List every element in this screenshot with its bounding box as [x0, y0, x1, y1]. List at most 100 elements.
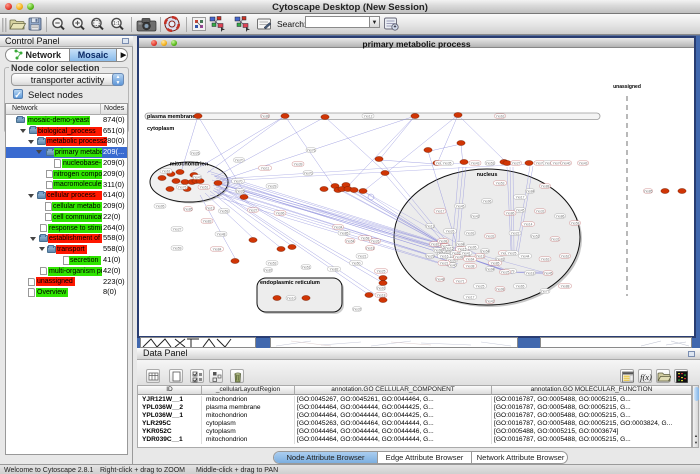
svg-text:Yxx48: Yxx48: [217, 232, 226, 236]
svg-text:Yxx83: Yxx83: [203, 219, 212, 223]
svg-text:Yxx61: Yxx61: [162, 169, 171, 173]
svg-text:Yxx58: Yxx58: [361, 236, 370, 240]
svg-text:Yxx29: Yxx29: [268, 184, 277, 188]
svg-text:Yxx63: Yxx63: [541, 257, 550, 261]
svg-text:Yxx18: Yxx18: [377, 293, 386, 297]
svg-text:plasma membrane: plasma membrane: [147, 114, 195, 120]
svg-text:Yxx98: Yxx98: [496, 287, 505, 291]
svg-text:Yxx52: Yxx52: [531, 234, 540, 238]
svg-text:Yxx82: Yxx82: [330, 267, 339, 271]
svg-text:Yxx17: Yxx17: [436, 209, 445, 213]
svg-text:Yxx98: Yxx98: [434, 248, 443, 252]
svg-text:Yxx18: Yxx18: [526, 271, 535, 275]
svg-text:Yxx31: Yxx31: [551, 237, 560, 241]
svg-text:Yxx53: Yxx53: [268, 261, 277, 265]
svg-text:Yxx29: Yxx29: [426, 254, 435, 258]
svg-text:Yxx77: Yxx77: [541, 289, 550, 293]
svg-text:Yxx14: Yxx14: [524, 222, 533, 226]
svg-text:Yxx44: Yxx44: [521, 254, 530, 258]
svg-text:Yxx25: Yxx25: [501, 270, 510, 274]
svg-text:Yxx94: Yxx94: [456, 242, 465, 246]
svg-text:Yxx85: Yxx85: [644, 189, 653, 193]
svg-text:Yxx96: Yxx96: [276, 211, 285, 215]
svg-text:Yxx96: Yxx96: [483, 199, 492, 203]
svg-text:Yxx59: Yxx59: [173, 246, 182, 250]
svg-text:Yxx48: Yxx48: [436, 277, 445, 281]
svg-text:Yxx86: Yxx86: [506, 211, 515, 215]
svg-text:Yxx22: Yxx22: [511, 231, 520, 235]
svg-text:Yxx25: Yxx25: [476, 284, 485, 288]
svg-text:Yxx98: Yxx98: [455, 255, 464, 259]
svg-text:Yxx70: Yxx70: [304, 171, 313, 175]
svg-text:Yxx85: Yxx85: [340, 231, 349, 235]
svg-text:endoplasmic reticulum: endoplasmic reticulum: [260, 280, 320, 286]
svg-text:Yxx21: Yxx21: [358, 254, 367, 258]
svg-text:Yxx65: Yxx65: [516, 284, 525, 288]
svg-text:Yxx94: Yxx94: [486, 267, 495, 271]
svg-text:Yxx86: Yxx86: [556, 214, 565, 218]
svg-text:Yxx26: Yxx26: [191, 151, 200, 155]
svg-text:Yxx27: Yxx27: [173, 227, 182, 231]
svg-text:Yxx15: Yxx15: [445, 246, 454, 250]
svg-text:Yxx63: Yxx63: [496, 114, 505, 118]
svg-text:Yxx21: Yxx21: [440, 261, 449, 265]
svg-text:Yxx70: Yxx70: [234, 179, 243, 183]
svg-text:Yxx37: Yxx37: [353, 307, 362, 311]
svg-text:nucleus: nucleus: [477, 172, 498, 178]
svg-text:Yxx13: Yxx13: [476, 254, 485, 258]
svg-text:Yxx33: Yxx33: [536, 209, 545, 213]
svg-text:Yxx84: Yxx84: [213, 247, 222, 251]
svg-text:Yxx27: Yxx27: [512, 161, 521, 165]
svg-text:Yxx27: Yxx27: [249, 208, 258, 212]
svg-text:Yxx42: Yxx42: [471, 214, 480, 218]
svg-text:Yxx39: Yxx39: [294, 162, 303, 166]
svg-text:Yxx76: Yxx76: [307, 148, 316, 152]
svg-text:mitochondrion: mitochondrion: [170, 161, 209, 167]
svg-text:Yxx26: Yxx26: [446, 229, 455, 233]
svg-text:Yxx76: Yxx76: [178, 185, 187, 189]
svg-text:Yxx10: Yxx10: [287, 296, 296, 300]
svg-text:Yxx40: Yxx40: [562, 161, 571, 165]
svg-text:Yxx71: Yxx71: [456, 279, 465, 283]
svg-text:Yxx53: Yxx53: [496, 181, 505, 185]
svg-text:Yxx84: Yxx84: [526, 189, 535, 193]
svg-text:Yxx54: Yxx54: [346, 239, 355, 243]
svg-text:cytoplasm: cytoplasm: [147, 126, 174, 132]
svg-text:Yxx13: Yxx13: [206, 206, 215, 210]
svg-text:Yxx45: Yxx45: [544, 271, 553, 275]
svg-text:Yxx91: Yxx91: [377, 286, 386, 290]
svg-text:Yxx54: Yxx54: [481, 249, 490, 253]
svg-text:Yxx13: Yxx13: [426, 224, 435, 228]
svg-text:Yxx98: Yxx98: [439, 239, 448, 243]
svg-text:Yxx88: Yxx88: [261, 114, 270, 118]
svg-text:Yxx58: Yxx58: [571, 221, 580, 225]
svg-text:Yxx33: Yxx33: [486, 234, 495, 238]
svg-text:Yxx38: Yxx38: [466, 264, 475, 268]
svg-text:Yxx95: Yxx95: [468, 245, 477, 249]
svg-text:unassigned: unassigned: [613, 84, 641, 90]
svg-text:Yxx64: Yxx64: [466, 257, 475, 261]
svg-text:Yxx42: Yxx42: [486, 299, 495, 303]
svg-text:Yxx43: Yxx43: [471, 161, 480, 165]
svg-text:Yxx18: Yxx18: [366, 246, 375, 250]
svg-text:Yxx41: Yxx41: [462, 251, 471, 255]
svg-text:Yxx43: Yxx43: [579, 161, 588, 165]
svg-text:1:1: 1:1: [113, 21, 120, 27]
svg-text:Yxx34: Yxx34: [334, 225, 343, 229]
svg-text:Yxx87: Yxx87: [264, 268, 273, 272]
svg-text:Yxx62: Yxx62: [561, 254, 570, 258]
svg-text:Yxx26: Yxx26: [371, 239, 380, 243]
svg-text:Yxx88: Yxx88: [561, 284, 570, 288]
svg-text:Yxx93: Yxx93: [466, 231, 475, 235]
svg-text:Yxx25: Yxx25: [508, 251, 517, 255]
svg-text:Yxx45: Yxx45: [516, 208, 525, 212]
svg-text:Yxx45: Yxx45: [456, 204, 465, 208]
svg-text:Yxx11: Yxx11: [261, 166, 270, 170]
svg-text:Yxx51: Yxx51: [302, 265, 311, 269]
svg-text:Yxx85: Yxx85: [491, 261, 500, 265]
svg-text:f(x): f(x): [640, 372, 652, 382]
svg-text:Yxx25: Yxx25: [377, 269, 386, 273]
svg-text:Yxx51: Yxx51: [200, 185, 209, 189]
svg-text:Yxx70: Yxx70: [235, 158, 244, 162]
svg-text:Yxx26: Yxx26: [236, 189, 245, 193]
